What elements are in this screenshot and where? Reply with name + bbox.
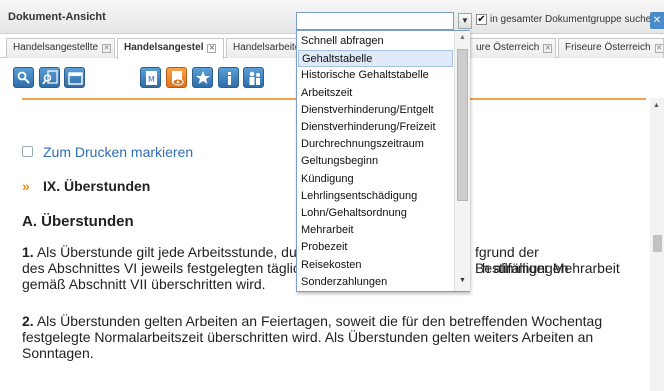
quick-query-dropdown[interactable]: Schnell abfragen Gehaltstabelle Historisch…: [296, 30, 470, 292]
window-icon[interactable]: [64, 67, 85, 88]
group-search-checkbox[interactable]: ✔: [476, 14, 487, 25]
dropdown-option[interactable]: Kündigung: [298, 171, 453, 188]
chapter-title: IX. Überstunden: [43, 178, 151, 194]
svg-text:M: M: [148, 75, 155, 84]
dropdown-option[interactable]: Dienstverhinderung/Freizeit: [298, 119, 453, 136]
tab-handelsarbeiter[interactable]: Handelsarbeite: [226, 38, 298, 58]
print-mark-checkbox[interactable]: [22, 146, 33, 157]
dropdown-option[interactable]: Dienstverhinderung/Entgelt: [298, 102, 453, 119]
scroll-up-icon[interactable]: ▲: [653, 102, 660, 109]
dropdown-scrollbar[interactable]: ▲ ▼: [454, 31, 470, 291]
tab-close-icon[interactable]: ✕: [543, 44, 553, 53]
tab-friseure-oesterreich[interactable]: Friseure Österreich ✕: [558, 38, 664, 58]
panel-title: Dokument-Ansicht: [8, 11, 106, 23]
dropdown-option[interactable]: Sonderzahlungen: [298, 274, 453, 291]
star-add-icon[interactable]: [192, 67, 213, 88]
paragraph-text: gemäß Abschnitt VII überschritten wird.: [22, 276, 266, 292]
tab-label: Friseure Österreich: [565, 42, 651, 53]
search-document-icon[interactable]: [39, 67, 60, 88]
info-icon[interactable]: [218, 67, 239, 88]
quick-query-select[interactable]: [296, 12, 454, 30]
close-icon[interactable]: ✕: [650, 12, 664, 29]
section-title: A. Überstunden: [22, 213, 134, 230]
people-icon[interactable]: [243, 67, 264, 88]
paragraph-number: 1.: [22, 244, 34, 260]
dropdown-option[interactable]: Mehrarbeit: [298, 222, 453, 239]
tab-label: Handelsangestellte: [13, 42, 99, 53]
dropdown-option[interactable]: Schnell abfragen: [298, 33, 453, 50]
scroll-up-icon[interactable]: ▲: [459, 34, 466, 41]
dropdown-option[interactable]: Reisekosten: [298, 257, 453, 274]
chevron-down-icon[interactable]: ▼: [458, 13, 472, 29]
dropdown-option[interactable]: Geltungsbeginn: [298, 153, 453, 170]
print-mark-link[interactable]: Zum Drucken markieren: [43, 144, 193, 160]
paragraph-text: Als Überstunden gelten Arbeiten an Feier…: [22, 313, 603, 361]
dropdown-option[interactable]: Historische Gehaltstabelle: [298, 67, 453, 84]
paragraph-text: Als Überstunde gilt jede Arbeitsstunde, …: [36, 244, 297, 260]
content-scrollbar[interactable]: ▲: [650, 98, 664, 391]
chapter-marker-icon: »: [22, 178, 30, 194]
paragraph-text: des Abschnittes VI jeweils festgelegten …: [22, 260, 300, 276]
document-view-header: Dokument-Ansicht ▼ ✔ in gesamter Dokumen…: [0, 0, 664, 34]
tab-label: Handelsangestel: [124, 42, 204, 53]
dropdown-option[interactable]: Lehrlingsentschädigung: [298, 188, 453, 205]
document-view-icon[interactable]: [166, 67, 187, 88]
dropdown-option[interactable]: Probezeit: [298, 239, 453, 256]
dropdown-option[interactable]: Durchrechnungszeitraum: [298, 136, 453, 153]
tab-friseure-partial[interactable]: ure Österreich ✕: [470, 38, 556, 58]
scrollbar-thumb[interactable]: [653, 235, 662, 252]
paragraph-text: h allfälliger Mehrarbeit: [482, 260, 620, 276]
tab-close-icon[interactable]: ✕: [654, 44, 663, 53]
dropdown-scrollbar-thumb[interactable]: [457, 49, 468, 201]
document-m-icon[interactable]: M: [140, 67, 161, 88]
tab-handelsangestel-active[interactable]: Handelsangestel ✕: [117, 38, 224, 59]
paragraph-number: 2.: [22, 313, 34, 329]
scroll-down-icon[interactable]: ▼: [459, 277, 466, 284]
group-search-label: in gesamter Dokumentgruppe suchen: [490, 14, 657, 25]
tab-label: Handelsarbeite: [233, 42, 298, 53]
tab-close-icon[interactable]: ✕: [102, 44, 112, 53]
tab-handelsangestellte[interactable]: Handelsangestellte ✕: [6, 38, 115, 58]
paragraph-2: 2. Als Überstunden gelten Arbeiten an Fe…: [22, 313, 632, 361]
tab-close-icon[interactable]: ✕: [207, 44, 217, 53]
dropdown-option[interactable]: Lohn/Gehaltsordnung: [298, 205, 453, 222]
dropdown-option[interactable]: Gehaltstabelle: [298, 50, 453, 68]
dropdown-option[interactable]: Arbeitszeit: [298, 85, 453, 102]
tab-label: ure Österreich: [476, 42, 540, 53]
search-user-icon[interactable]: [13, 67, 34, 88]
